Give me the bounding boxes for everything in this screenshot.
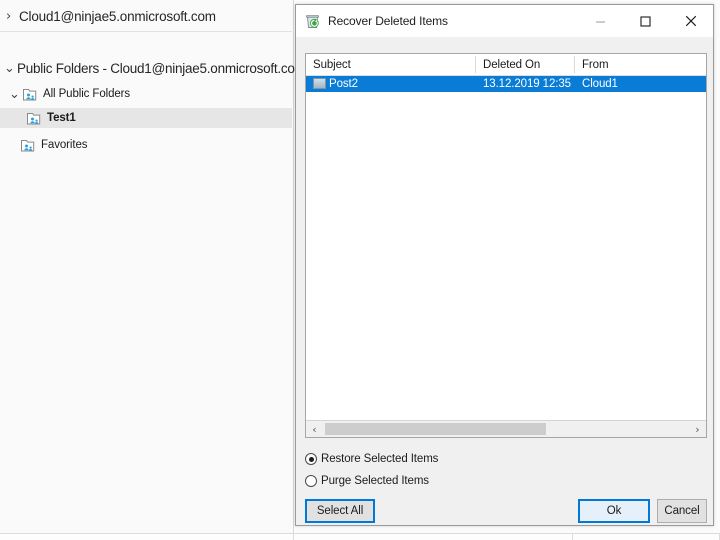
cancel-button[interactable]: Cancel bbox=[657, 499, 707, 523]
close-icon[interactable] bbox=[668, 5, 713, 37]
screen: › Cloud1@ninjae5.onmicrosoft.com ⌄ Publi… bbox=[0, 0, 720, 540]
ok-button[interactable]: Ok bbox=[578, 499, 650, 523]
radio-purge-selected-items[interactable]: Purge Selected Items bbox=[305, 473, 429, 489]
column-header-label: From bbox=[582, 58, 609, 71]
maximize-icon[interactable] bbox=[623, 5, 668, 37]
scroll-left-icon[interactable]: ‹ bbox=[306, 421, 323, 437]
ok-button-label: Ok bbox=[606, 505, 622, 517]
public-folder-icon bbox=[20, 138, 36, 153]
table-row[interactable]: Post2 13.12.2019 12:35 Cloud1 bbox=[306, 76, 706, 92]
radio-mark-icon[interactable] bbox=[305, 475, 317, 487]
dialog-title-bar[interactable]: Recover Deleted Items bbox=[296, 5, 713, 37]
tree-item-label: Favorites bbox=[41, 139, 88, 151]
dialog-title: Recover Deleted Items bbox=[328, 14, 448, 28]
select-all-button-label: Select All bbox=[316, 505, 364, 517]
cell-subject: Post2 bbox=[329, 78, 358, 90]
deleted-items-list[interactable]: Subject Deleted On From Post2 13.12.2019… bbox=[305, 53, 707, 438]
list-header-row: Subject Deleted On From bbox=[306, 54, 706, 76]
recover-deleted-items-icon bbox=[304, 13, 321, 30]
column-header-deleted-on[interactable]: Deleted On bbox=[476, 54, 575, 75]
cancel-button-label: Cancel bbox=[664, 505, 700, 517]
status-bar-divider bbox=[572, 534, 573, 540]
column-header-label: Subject bbox=[313, 58, 351, 71]
navigation-pane: › Cloud1@ninjae5.onmicrosoft.com ⌄ Publi… bbox=[0, 0, 306, 534]
radio-restore-selected-items[interactable]: Restore Selected Items bbox=[305, 451, 438, 467]
recover-deleted-items-dialog: Recover Deleted Items Subject Deleted On… bbox=[295, 4, 714, 526]
public-folders-node[interactable]: ⌄ Public Folders - Cloud1@ninjae5.onmicr… bbox=[0, 57, 306, 79]
down-chevron-icon[interactable]: ⌄ bbox=[9, 88, 22, 101]
scroll-right-icon[interactable]: › bbox=[689, 421, 706, 437]
minimize-icon[interactable] bbox=[578, 5, 623, 37]
status-bar-divider bbox=[293, 534, 294, 540]
tree-item-test1[interactable]: Test1 bbox=[0, 108, 292, 128]
nav-divider bbox=[0, 31, 292, 32]
public-folder-icon bbox=[26, 111, 42, 126]
select-all-button[interactable]: Select All bbox=[305, 499, 375, 523]
tree-item-all-public-folders[interactable]: ⌄ All Public Folders bbox=[0, 84, 292, 104]
cell-from: Cloud1 bbox=[582, 78, 618, 90]
right-chevron-icon[interactable]: › bbox=[6, 10, 19, 23]
account-node[interactable]: › Cloud1@ninjae5.onmicrosoft.com bbox=[0, 4, 292, 28]
down-chevron-icon[interactable]: ⌄ bbox=[4, 62, 17, 75]
message-icon bbox=[313, 78, 326, 89]
horizontal-scrollbar[interactable]: ‹ › bbox=[306, 420, 706, 437]
cell-deleted-on: 13.12.2019 12:35 bbox=[483, 78, 571, 90]
tree-item-label: Test1 bbox=[47, 112, 76, 124]
window-controls bbox=[578, 5, 713, 37]
column-header-from[interactable]: From bbox=[575, 54, 706, 75]
tree-item-label: All Public Folders bbox=[43, 88, 131, 100]
scrollbar-thumb[interactable] bbox=[325, 423, 546, 435]
radio-mark-icon[interactable] bbox=[305, 453, 317, 465]
column-header-label: Deleted On bbox=[483, 58, 541, 71]
public-folder-icon bbox=[22, 87, 38, 102]
radio-label: Purge Selected Items bbox=[321, 475, 429, 487]
status-bar bbox=[0, 533, 720, 540]
account-node-label: Cloud1@ninjae5.onmicrosoft.com bbox=[19, 8, 216, 24]
radio-label: Restore Selected Items bbox=[321, 453, 439, 465]
tree-item-favorites[interactable]: Favorites bbox=[0, 135, 292, 155]
column-header-subject[interactable]: Subject bbox=[306, 54, 476, 75]
public-folders-node-label: Public Folders - Cloud1@ninjae5.onmicros… bbox=[17, 60, 306, 76]
